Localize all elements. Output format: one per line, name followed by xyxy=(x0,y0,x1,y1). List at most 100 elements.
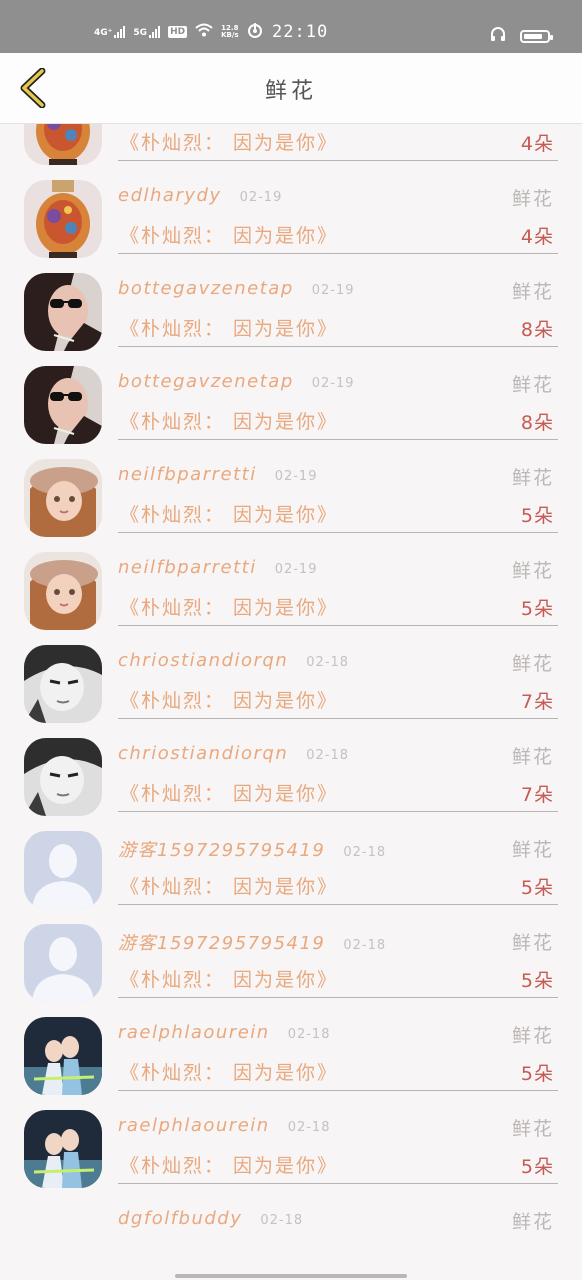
username[interactable]: edlharydy xyxy=(118,185,222,206)
song-title: 《朴灿烈： 因为是你》 xyxy=(120,783,339,805)
list-item[interactable]: raelphlaourein 02-18 鲜花 《朴灿烈： 因为是你》 5朵 xyxy=(0,1005,582,1098)
flower-count: 7朵 xyxy=(520,691,554,713)
gift-date: 02-18 xyxy=(287,1027,331,1042)
row-divider xyxy=(118,904,558,905)
user-avatar[interactable] xyxy=(24,738,102,816)
hotspot-icon xyxy=(247,22,263,41)
gift-type-label: 鲜花 xyxy=(511,1118,554,1140)
flower-count: 5朵 xyxy=(520,877,554,899)
gift-type-label: 鲜花 xyxy=(511,281,554,303)
row-divider xyxy=(118,253,558,254)
user-avatar[interactable] xyxy=(24,831,102,909)
top-nav-bar: 鲜花 xyxy=(0,53,582,124)
gift-date: 02-18 xyxy=(306,655,350,670)
name-line: neilfbparretti 02-19 xyxy=(118,464,317,485)
headphones-icon xyxy=(490,26,506,46)
gift-date: 02-18 xyxy=(343,938,387,953)
song-title: 《朴灿烈： 因为是你》 xyxy=(120,597,339,619)
flower-count: 5朵 xyxy=(520,1156,554,1178)
username[interactable]: bottegavzenetap xyxy=(118,278,294,299)
username[interactable]: 游客1597295795419 xyxy=(118,836,325,862)
wifi-icon xyxy=(195,23,213,40)
list-item[interactable]: bottegavzenetap 02-19 鲜花《朴灿烈： 因为是你》 8朵 xyxy=(0,261,582,354)
flower-count: 4朵 xyxy=(520,133,554,155)
song-title: 《朴灿烈： 因为是你》 xyxy=(120,225,339,247)
gift-type-label: 鲜花 xyxy=(511,932,554,954)
list-item[interactable]: neilfbparretti 02-19 鲜花 《朴灿烈： 因为是你》 5朵 xyxy=(0,540,582,633)
list-item[interactable]: 游客1597295795419 02-18 鲜花 《朴灿烈： 因为是你》 5朵 xyxy=(0,819,582,912)
row-divider xyxy=(118,532,558,533)
user-avatar[interactable] xyxy=(24,1110,102,1188)
page-title: 鲜花 xyxy=(264,79,317,104)
name-line: chriostiandiorqn 02-18 xyxy=(118,650,349,671)
user-avatar[interactable] xyxy=(24,124,102,165)
list-item[interactable]: 游客1597295795419 02-18 鲜花 《朴灿烈： 因为是你》 5朵 xyxy=(0,912,582,1005)
username[interactable]: raelphlaourein xyxy=(118,1022,270,1043)
name-line: raelphlaourein 02-18 xyxy=(118,1115,330,1136)
flower-count: 8朵 xyxy=(520,319,554,341)
gift-date: 02-18 xyxy=(260,1213,304,1228)
user-avatar[interactable] xyxy=(24,180,102,258)
list-item[interactable]: chriostiandiorqn 02-18 鲜花《朴灿烈： 因为是你》 7朵 xyxy=(0,726,582,819)
clock: 22:10 xyxy=(272,22,329,42)
gift-date: 02-19 xyxy=(274,562,318,577)
user-avatar[interactable] xyxy=(24,924,102,1002)
username[interactable]: neilfbparretti xyxy=(118,557,257,578)
user-avatar[interactable] xyxy=(24,273,102,351)
song-title: 《朴灿烈： 因为是你》 xyxy=(120,318,339,340)
gift-type-label: 鲜花 xyxy=(511,467,554,489)
gift-date: 02-19 xyxy=(311,283,355,298)
user-avatar[interactable] xyxy=(24,1017,102,1095)
list-item[interactable]: raelphlaourein 02-18 鲜花 《朴灿烈： 因为是你》 5朵 xyxy=(0,1098,582,1191)
flower-gift-list[interactable]: edlharydy02-19鲜花《朴灿烈： 因为是你》4朵 edlharydy0… xyxy=(0,124,582,1280)
list-item[interactable]: chriostiandiorqn 02-18 鲜花 《朴灿烈： 因为是你》 7朵 xyxy=(0,633,582,726)
row-divider xyxy=(118,1183,558,1184)
user-avatar[interactable] xyxy=(24,645,102,723)
row-divider xyxy=(118,439,558,440)
battery-icon xyxy=(520,29,553,43)
username[interactable]: chriostiandiorqn xyxy=(118,743,288,764)
home-indicator[interactable] xyxy=(175,1274,407,1278)
username[interactable]: raelphlaourein xyxy=(118,1115,270,1136)
username[interactable]: chriostiandiorqn xyxy=(118,650,288,671)
row-divider xyxy=(118,625,558,626)
song-title: 《朴灿烈： 因为是你》 xyxy=(120,132,339,154)
username[interactable]: bottegavzenetap xyxy=(118,371,294,392)
list-item[interactable]: bottegavzenetap 02-19 鲜花 《朴灿烈： 因为是你》 8朵 xyxy=(0,354,582,447)
gift-type-label: 鲜花 xyxy=(511,746,554,768)
gift-type-label: 鲜花 xyxy=(511,188,554,210)
list-item[interactable]: neilfbparretti 02-19 鲜花 《朴灿烈： 因为是你》 5朵 xyxy=(0,447,582,540)
flower-count: 7朵 xyxy=(520,784,554,806)
row-divider xyxy=(118,718,558,719)
username[interactable]: neilfbparretti xyxy=(118,464,257,485)
user-avatar[interactable] xyxy=(24,459,102,537)
username[interactable]: dgfolfbuddy xyxy=(118,1208,242,1229)
network-4g-indicator: 4G⁺ xyxy=(94,25,126,38)
list-item[interactable]: edlharydy02-19鲜花《朴灿烈： 因为是你》4朵 xyxy=(0,124,582,168)
flower-count: 5朵 xyxy=(520,970,554,992)
name-line: 游客1597295795419 02-18 xyxy=(118,836,386,862)
hd-voice-icon: HD xyxy=(168,25,188,38)
flower-count: 4朵 xyxy=(520,226,554,248)
gift-type-label: 鲜花 xyxy=(511,374,554,396)
list-content: edlharydy02-19鲜花《朴灿烈： 因为是你》4朵 edlharydy0… xyxy=(0,124,582,1280)
row-divider xyxy=(118,811,558,812)
user-avatar[interactable] xyxy=(24,366,102,444)
row-divider xyxy=(118,160,558,161)
list-item[interactable]: edlharydy 02-19 鲜花《朴灿烈： 因为是你》 4朵 xyxy=(0,168,582,261)
flower-count: 5朵 xyxy=(520,598,554,620)
name-line: raelphlaourein 02-18 xyxy=(118,1022,330,1043)
name-line: dgfolfbuddy 02-18 xyxy=(118,1208,303,1229)
gift-date: 02-19 xyxy=(311,376,355,391)
user-avatar[interactable] xyxy=(24,552,102,630)
gift-date: 02-19 xyxy=(239,190,283,205)
username[interactable]: 游客1597295795419 xyxy=(118,929,325,955)
gift-date: 02-18 xyxy=(306,748,350,763)
name-line: bottegavzenetap 02-19 xyxy=(118,371,355,392)
list-item[interactable]: dgfolfbuddy 02-18 鲜花 xyxy=(0,1191,582,1280)
network-speed: 12.8 KB/s xyxy=(221,23,239,39)
status-bar: 4G⁺ 5G HD 12.8 KB/s 22:10 xyxy=(0,0,582,53)
flower-count: 5朵 xyxy=(520,1063,554,1085)
name-line: chriostiandiorqn 02-18 xyxy=(118,743,349,764)
song-title: 《朴灿烈： 因为是你》 xyxy=(120,876,339,898)
